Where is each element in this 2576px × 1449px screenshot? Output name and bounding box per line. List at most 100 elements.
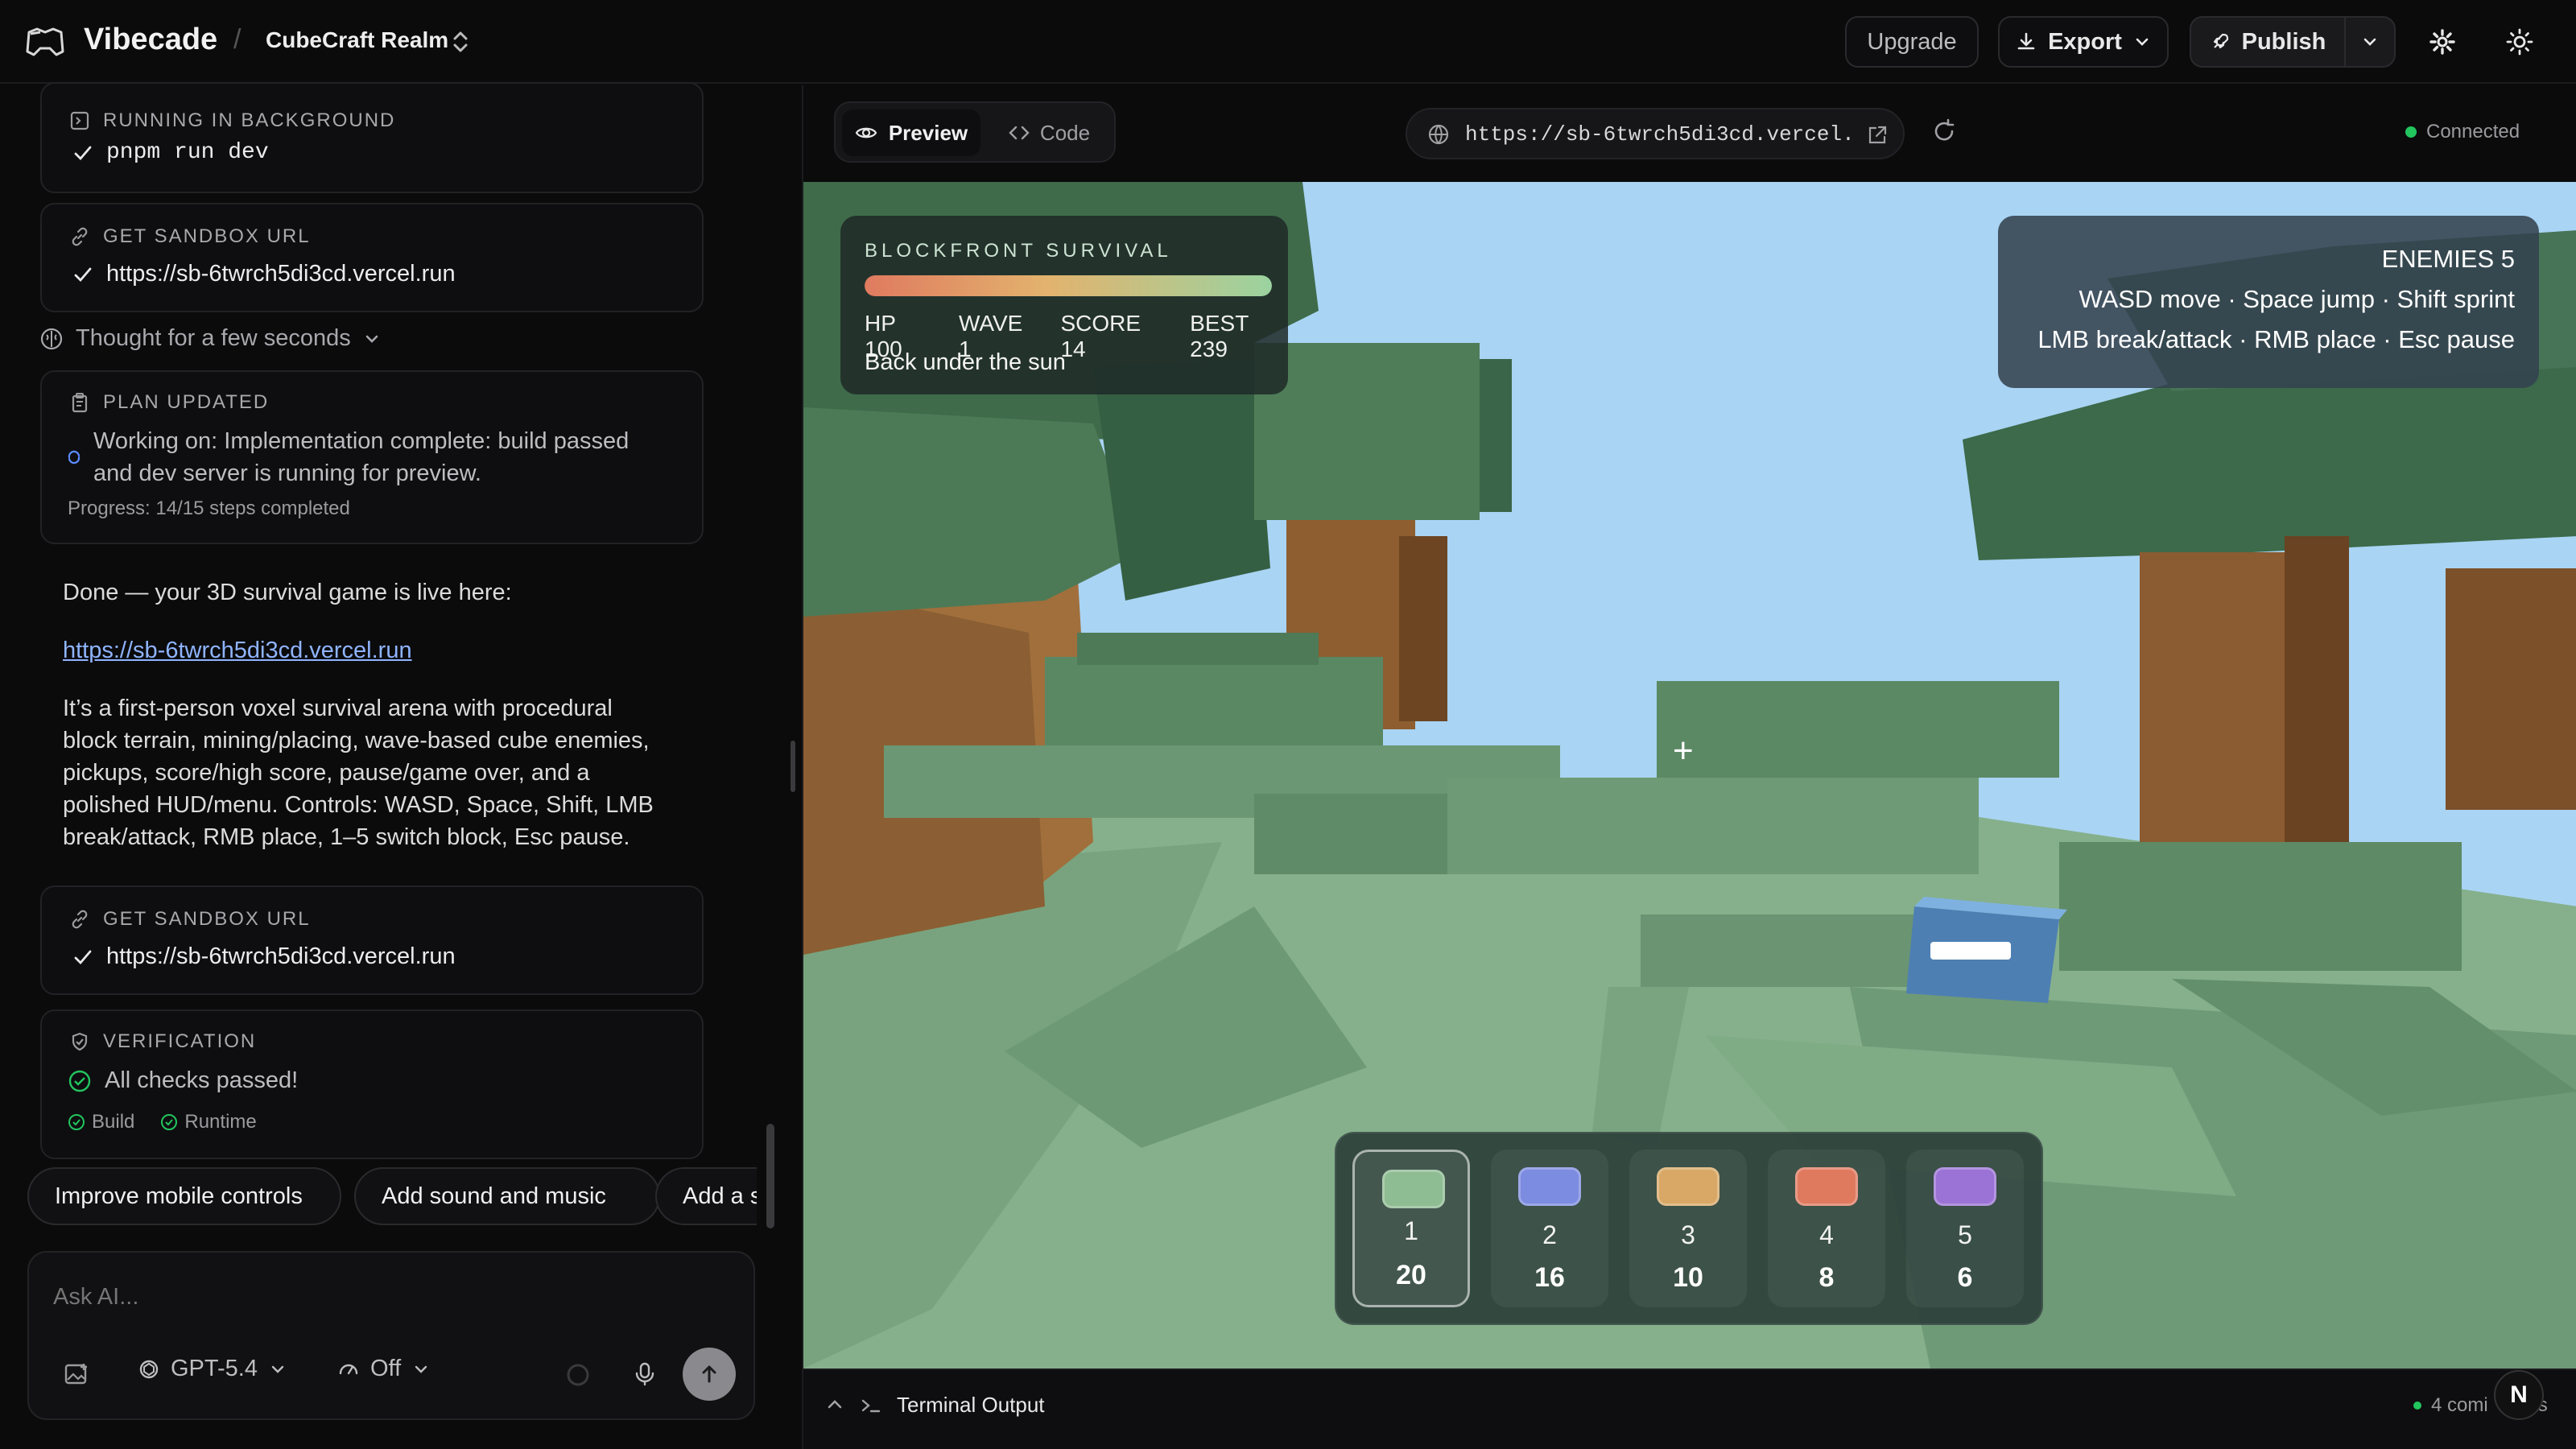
- external-link-icon[interactable]: [1866, 124, 1889, 147]
- slot-number: 5: [1958, 1220, 1972, 1249]
- score-stat: SCORE 14: [1060, 311, 1141, 361]
- sandbox-url: https://sb-6twrch5di3cd.vercel.run: [106, 261, 456, 287]
- url-text: https://sb-6twrch5di3cd.vercel.: [1465, 122, 1855, 147]
- block-swatch: [1934, 1167, 1996, 1206]
- sandbox-title: GET SANDBOX URL: [103, 225, 311, 247]
- chevron-down-icon: [271, 1365, 284, 1373]
- top-bar: Vibecade / CubeCraft Realm Upgrade Expor…: [0, 0, 2576, 84]
- chevron-up-down-icon[interactable]: [451, 29, 470, 55]
- description-line: polished HUD/menu. Controls: WASD, Space…: [63, 792, 654, 818]
- hotbar-slot-2[interactable]: 2 16: [1491, 1150, 1608, 1307]
- microphone-icon[interactable]: [631, 1360, 658, 1388]
- game-title: BLOCKFRONT SURVIVAL: [865, 240, 1172, 262]
- tab-preview-label: Preview: [888, 120, 968, 145]
- brain-icon: [40, 328, 63, 349]
- tab-code[interactable]: Code: [989, 109, 1109, 156]
- slot-count: 8: [1818, 1262, 1835, 1293]
- tab-code-label: Code: [1039, 120, 1091, 145]
- globe-icon: [1428, 124, 1449, 145]
- upgrade-button[interactable]: Upgrade: [1845, 16, 1979, 68]
- plan-progress: Progress: 14/15 steps completed: [68, 497, 350, 519]
- thought-toggle[interactable]: Thought for a few seconds: [39, 325, 382, 352]
- terminal-box-icon: [70, 111, 89, 130]
- preview-panel: Preview Code https://sb-6twrch5di3cd.ver…: [802, 85, 2576, 1449]
- hotbar-slot-5[interactable]: 5 6: [1906, 1150, 2024, 1307]
- model-selector[interactable]: GPT-5.4: [137, 1356, 287, 1382]
- status-dot: [2413, 1402, 2421, 1410]
- arrow-up-icon: [702, 1365, 716, 1383]
- health-bar-fill: [865, 275, 1272, 296]
- verification-title: VERIFICATION: [103, 1030, 257, 1052]
- avatar-letter: N: [2510, 1381, 2528, 1408]
- hotbar-slot-4[interactable]: 4 8: [1768, 1150, 1885, 1307]
- send-button[interactable]: [683, 1348, 736, 1401]
- link-icon: [72, 227, 88, 246]
- eye-icon: [855, 127, 877, 138]
- loading-spinner-icon: [68, 450, 80, 464]
- ask-ai-input[interactable]: [53, 1277, 729, 1317]
- terminal-bar[interactable]: Terminal Output 4 comi s N: [803, 1368, 2576, 1449]
- refresh-icon[interactable]: [1930, 118, 1958, 145]
- connection-status: Connected: [2405, 121, 2520, 143]
- running-card: RUNNING IN BACKGROUND pnpm run dev: [40, 82, 704, 193]
- code-brackets-icon: [1009, 126, 1030, 140]
- block-swatch: [1518, 1167, 1581, 1206]
- chat-panel: RUNNING IN BACKGROUND pnpm run dev GET S…: [0, 82, 786, 1449]
- loading-circle-icon: [567, 1364, 589, 1386]
- slot-number: 2: [1542, 1220, 1557, 1249]
- terminal-prompt-icon: [861, 1399, 881, 1413]
- terminal-count-text: 4 comi: [2431, 1394, 2488, 1416]
- suggestion-chip[interactable]: Improve mobile controls: [27, 1167, 341, 1225]
- terminal-label: Terminal Output: [897, 1393, 1045, 1417]
- publish-button[interactable]: Publish: [2190, 16, 2346, 68]
- description-line: It’s a first-person voxel survival arena…: [63, 696, 613, 721]
- verification-status: All checks passed!: [105, 1067, 299, 1093]
- suggestion-chip[interactable]: Add a s: [655, 1167, 757, 1225]
- panel-resize-handle[interactable]: [791, 741, 795, 792]
- suggestion-chip[interactable]: Add sound and music: [354, 1167, 660, 1225]
- chevron-down-icon: [365, 335, 378, 343]
- export-button[interactable]: Export: [1998, 16, 2169, 68]
- gauge-icon: [339, 1364, 358, 1374]
- check-circle-icon: [68, 1114, 85, 1130]
- hotbar-slot-1[interactable]: 1 20: [1352, 1150, 1470, 1307]
- check-icon: [74, 267, 92, 282]
- avatar[interactable]: N: [2494, 1370, 2544, 1420]
- sandbox-url-card: GET SANDBOX URL https://sb-6twrch5di3cd.…: [40, 203, 704, 312]
- slot-count: 16: [1534, 1262, 1565, 1293]
- model-name: GPT-5.4: [171, 1356, 258, 1381]
- brand-name[interactable]: Vibecade: [84, 23, 217, 57]
- project-name[interactable]: CubeCraft Realm: [266, 27, 448, 53]
- status-dot: [2405, 126, 2417, 138]
- description-block: It’s a first-person voxel survival arena…: [63, 692, 683, 853]
- controls-line-2: LMB break/attack · RMB place · Esc pause: [2037, 325, 2515, 353]
- running-command: pnpm run dev: [106, 140, 269, 165]
- sun-theme-icon[interactable]: [2505, 27, 2534, 56]
- hud-status-panel: BLOCKFRONT SURVIVAL HP 100 WAVE 1 SCORE …: [840, 216, 1288, 394]
- chevron-down-icon: [2363, 38, 2376, 46]
- check-runtime: Runtime: [184, 1111, 257, 1133]
- hotbar-slot-3[interactable]: 3 10: [1629, 1150, 1747, 1307]
- reasoning-selector[interactable]: Off: [336, 1356, 430, 1382]
- tab-preview[interactable]: Preview: [842, 109, 980, 156]
- rocket-icon: [2213, 33, 2228, 49]
- health-bar: [865, 275, 1272, 296]
- image-upload-icon[interactable]: [63, 1360, 90, 1388]
- crosshair: +: [1673, 731, 1694, 770]
- chevron-up-icon[interactable]: [824, 1394, 845, 1415]
- verification-card: VERIFICATION All checks passed! Build Ru…: [40, 1009, 704, 1159]
- settings-gear-icon[interactable]: [2428, 27, 2457, 56]
- live-url-link[interactable]: https://sb-6twrch5di3cd.vercel.run: [63, 634, 683, 667]
- running-title: RUNNING IN BACKGROUND: [103, 109, 396, 131]
- game-viewport[interactable]: + BLOCKFRONT SURVIVAL HP 100 WAVE 1 SCOR…: [803, 182, 2576, 1368]
- chat-scrollbar[interactable]: [766, 1124, 774, 1228]
- enemies-count: ENEMIES 5: [2381, 245, 2515, 273]
- shield-check-icon: [72, 1032, 88, 1051]
- slot-number: 1: [1404, 1216, 1418, 1245]
- gamepad-logo-icon[interactable]: [24, 24, 66, 60]
- slot-count: 10: [1673, 1262, 1703, 1293]
- slot-count: 20: [1396, 1260, 1426, 1290]
- breadcrumb-separator: /: [233, 24, 242, 55]
- publish-options-button[interactable]: [2344, 16, 2396, 68]
- url-bar[interactable]: https://sb-6twrch5di3cd.vercel.: [1406, 108, 1905, 159]
